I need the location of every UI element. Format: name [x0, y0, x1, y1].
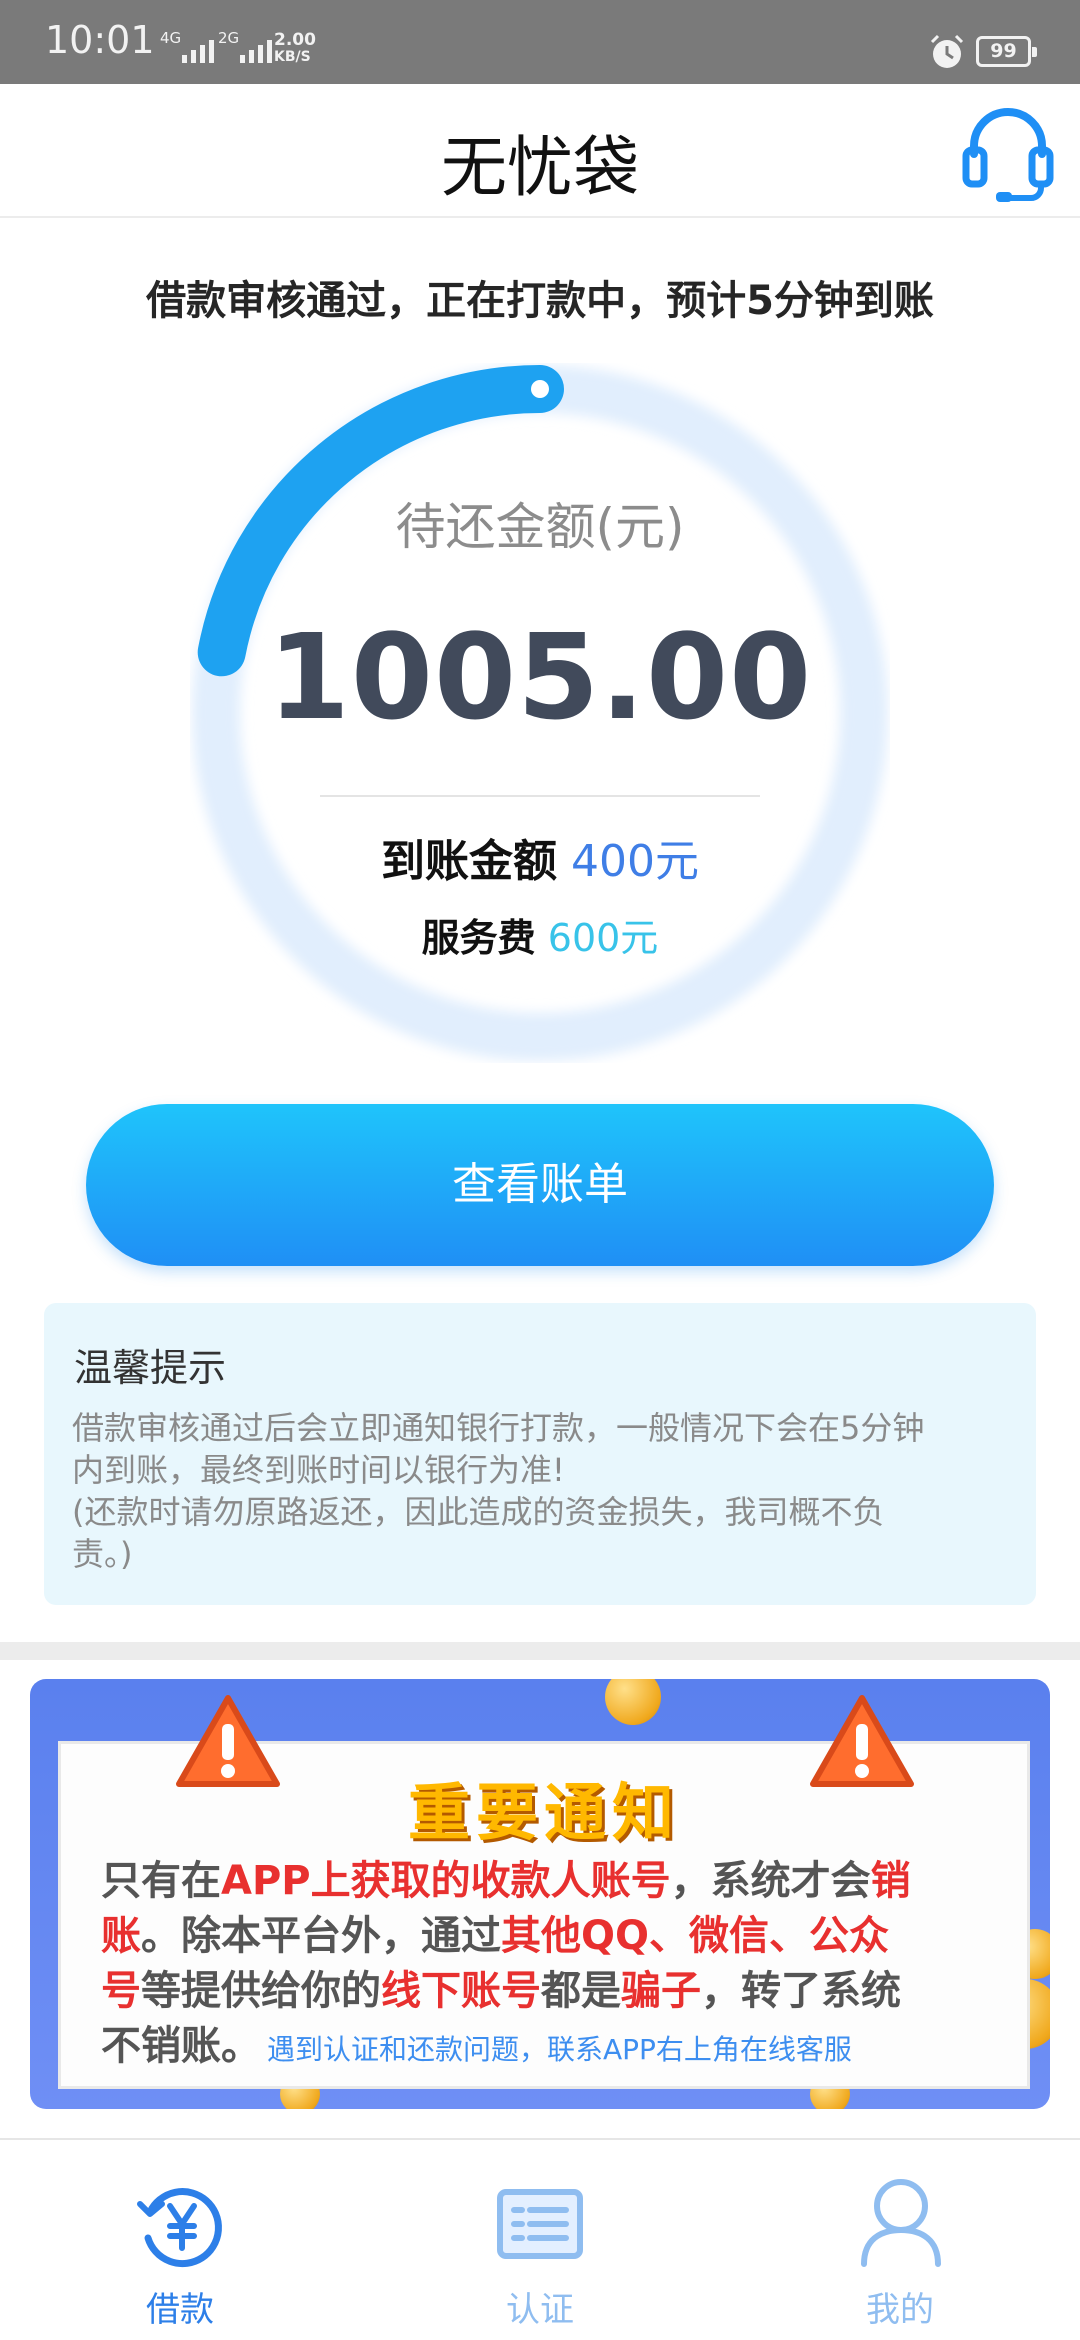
- notice-card: 重要通知 只有在APP上获取的收款人账号，系统才会销 账。除本平台外，通过其他Q…: [58, 1695, 1031, 2089]
- notice-text: ，转了系统: [701, 1968, 901, 2014]
- notice-line: 只有在APP上获取的收款人账号，系统才会销: [101, 1854, 1031, 1909]
- notice-highlight: 账: [101, 1913, 141, 1959]
- alarm-icon: [930, 34, 964, 68]
- coin-decoration: [605, 1679, 661, 1725]
- ring-divider: [320, 795, 760, 797]
- signal-strength-icon-2: [240, 40, 272, 63]
- repayment-ring: 待还金额(元) 1005.00 到账金额 400元 服务费 600元: [190, 363, 890, 1063]
- service-fee-value: 600元: [547, 916, 659, 960]
- bottom-nav: 借款 认证 我的: [0, 2138, 1080, 2340]
- notice-line: 账。除本平台外，通过其他QQ、微信、公众: [101, 1909, 1031, 1964]
- tips-line: 内到账，最终到账时间以银行为准!: [72, 1451, 565, 1489]
- received-amount-label: 到账金额: [381, 836, 557, 887]
- section-divider: [0, 1642, 1080, 1660]
- nav-label-verify: 认证: [506, 2290, 574, 2330]
- notice-text: 不销账。: [101, 2023, 261, 2069]
- service-fee-label: 服务费: [421, 916, 536, 960]
- battery-icon: 99: [976, 36, 1037, 67]
- amount-due-value: 1005.00: [267, 608, 813, 746]
- notice-line: 号等提供给你的线下账号都是骗子，转了系统: [101, 1964, 1031, 2019]
- tips-line: 责。): [72, 1535, 133, 1573]
- received-amount-value: 400元: [571, 836, 699, 887]
- network-type-2: 2G: [218, 29, 240, 47]
- notice-body: 只有在APP上获取的收款人账号，系统才会销 账。除本平台外，通过其他QQ、微信、…: [101, 1854, 1031, 2077]
- id-card-icon: [497, 2189, 583, 2259]
- tips-body: 借款审核通过后会立即通知银行打款，一般情况下会在5分钟 内到账，最终到账时间以银…: [72, 1407, 1024, 1575]
- app-screen: 10:01 4G 2G 2.00 KB/S 99 无忧袋 借款审核通过，正在打款…: [0, 0, 1080, 2340]
- service-fee-row: 服务费 600元: [190, 907, 890, 962]
- notice-support-hint: 遇到认证和还款问题，联系APP右上角在线客服: [267, 2033, 852, 2066]
- important-notice-banner[interactable]: 重要通知 只有在APP上获取的收款人账号，系统才会销 账。除本平台外，通过其他Q…: [30, 1679, 1050, 2109]
- network-speed-value: 2.00: [274, 30, 316, 50]
- headset-icon[interactable]: [962, 102, 1054, 202]
- notice-highlight: 其他QQ、微信、公众: [501, 1913, 890, 1959]
- notice-highlight: 线下账号: [381, 1968, 541, 2014]
- ring-progress-dot: [531, 380, 549, 398]
- app-header: 无忧袋: [0, 84, 1080, 218]
- network-speed-unit: KB/S: [274, 49, 311, 65]
- tips-line: (还款时请勿原路返还，因此造成的资金损失，我司概不负: [72, 1493, 885, 1531]
- amount-due-label: 待还金额(元): [395, 498, 685, 556]
- notice-highlight: 号: [101, 1968, 141, 2014]
- tips-card: 温馨提示 借款审核通过后会立即通知银行打款，一般情况下会在5分钟 内到账，最终到…: [44, 1303, 1036, 1605]
- network-type-1: 4G: [160, 29, 182, 47]
- page-title: 无忧袋: [441, 129, 639, 206]
- nav-item-loan[interactable]: 借款: [0, 2140, 360, 2340]
- notice-highlight: APP上获取的收款人账号: [221, 1858, 671, 1904]
- notice-highlight: 销: [870, 1858, 911, 1904]
- notice-title: 重要通知: [407, 1776, 680, 1849]
- nav-label-loan: 借款: [146, 2290, 214, 2330]
- notice-text: 都是: [541, 1968, 621, 2014]
- notice-text: ，系统才会: [670, 1858, 871, 1904]
- signal-strength-icon-1: [182, 40, 214, 63]
- status-bar: 10:01 4G 2G 2.00 KB/S 99: [0, 0, 1080, 84]
- view-bill-button[interactable]: 查看账单: [86, 1104, 994, 1266]
- battery-level: 99: [990, 40, 1017, 62]
- loan-yen-icon: [137, 2188, 222, 2268]
- notice-text: 等提供给你的: [141, 1968, 381, 2014]
- tips-title: 温馨提示: [74, 1346, 227, 1390]
- user-icon: [861, 2179, 941, 2267]
- status-time: 10:01: [45, 18, 155, 62]
- nav-label-mine: 我的: [866, 2290, 934, 2330]
- tips-line: 借款审核通过后会立即通知银行打款，一般情况下会在5分钟: [72, 1409, 925, 1447]
- received-amount-row: 到账金额 400元: [190, 825, 890, 889]
- loan-status-message: 借款审核通过，正在打款中，预计5分钟到账: [146, 278, 934, 324]
- nav-item-verify[interactable]: 认证: [360, 2140, 720, 2340]
- network-speed: 2.00 KB/S: [274, 32, 316, 66]
- nav-item-mine[interactable]: 我的: [720, 2140, 1080, 2340]
- notice-text: 只有在: [101, 1858, 221, 1904]
- notice-line: 不销账。 遇到认证和还款问题，联系APP右上角在线客服: [101, 2019, 1031, 2077]
- notice-text: 。除本平台外，通过: [141, 1913, 501, 1959]
- notice-highlight: 骗子: [621, 1968, 701, 2014]
